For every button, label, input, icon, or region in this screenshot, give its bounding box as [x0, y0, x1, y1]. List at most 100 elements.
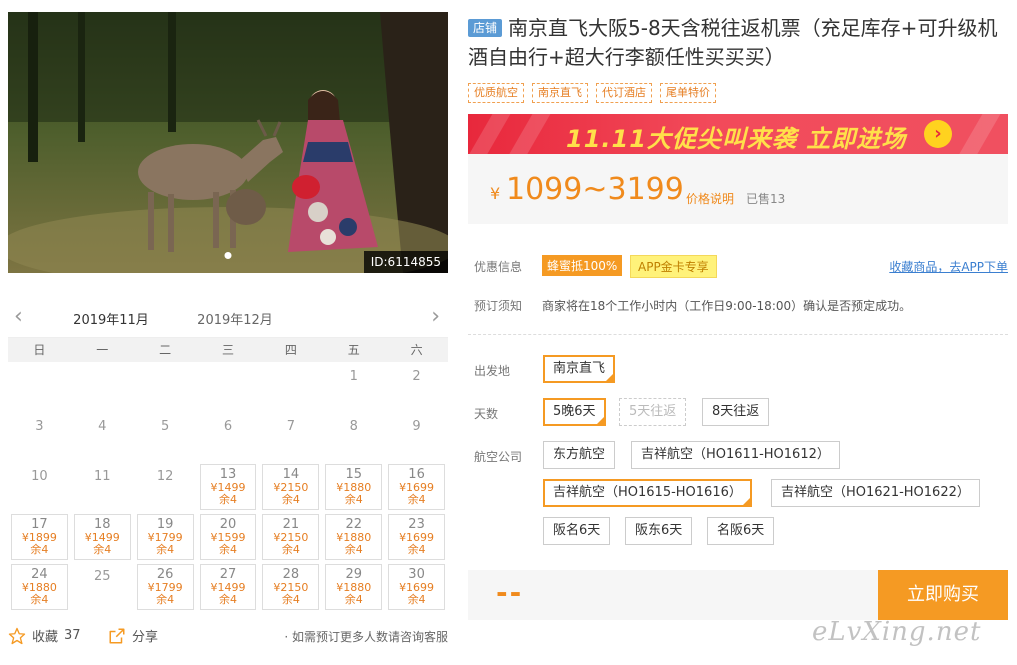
day-stock: 余4: [156, 593, 175, 606]
day-number: 21: [282, 517, 300, 532]
calendar-day-available[interactable]: 19 ¥1799 余4: [136, 514, 194, 560]
calendar-day: 3: [8, 412, 71, 462]
airline-label: 航空公司: [474, 450, 523, 464]
day-number: 24: [31, 567, 48, 582]
calendar-day-available[interactable]: 18 ¥1499 余4: [73, 514, 131, 560]
calendar-blank-cell: [197, 362, 260, 412]
day-number: 30: [408, 567, 425, 582]
calendar-day: 11: [71, 462, 134, 512]
tab-month-dec[interactable]: 2019年12月: [190, 309, 280, 328]
product-title-block: 店铺 南京直飞大阪5-8天含税往返机票（充足库存+可升级机酒自由行+超大行李额任性…: [468, 14, 1008, 72]
carousel-dot[interactable]: [224, 252, 232, 259]
calendar-day-available[interactable]: 30 ¥1699 余4: [388, 564, 445, 610]
day-number: 8: [349, 419, 358, 434]
day-number: 13: [219, 467, 237, 482]
calendar-day-available[interactable]: 16 ¥1699 余4: [388, 464, 445, 510]
favorite-label: 收藏: [32, 630, 59, 645]
depart-label: 出发地: [474, 364, 511, 378]
calendar-month-nav: ‹ 2019年11月 2019年12月 ›: [8, 298, 448, 340]
calendar-day-available[interactable]: 15 ¥1880 余4: [325, 464, 383, 510]
option-airline-eastern[interactable]: 东方航空: [543, 441, 616, 469]
day-number: 17: [31, 517, 48, 532]
weekday-label: 一: [96, 343, 109, 357]
buy-now-button[interactable]: 立即购买: [878, 570, 1008, 620]
promo-banner[interactable]: 11.11大促尖叫来袭 立即进场 ›: [468, 114, 1008, 154]
star-icon: [8, 627, 26, 644]
calendar-day-available[interactable]: 28 ¥2150 余4: [262, 564, 320, 610]
chevron-left-icon[interactable]: ‹: [14, 304, 23, 329]
calendar-day-available[interactable]: 24 ¥1880 余4: [11, 564, 68, 610]
calendar-day-available[interactable]: 27 ¥1499 余4: [199, 564, 257, 610]
app-order-link[interactable]: 收藏商品，去APP下单: [889, 258, 1008, 275]
option-days-5n6d[interactable]: 5晚6天: [543, 398, 606, 426]
day-stock: 余4: [407, 543, 426, 556]
day-stock: 余4: [281, 493, 300, 506]
day-stock: 余4: [218, 493, 237, 506]
image-id-label: ID:6114855: [363, 251, 448, 273]
shop-badge[interactable]: 店铺: [468, 19, 503, 37]
day-number: 27: [219, 567, 237, 582]
day-stock: 余4: [30, 593, 49, 606]
tab-month-nov[interactable]: 2019年11月: [66, 309, 156, 340]
option-days-8d[interactable]: 8天往返: [702, 398, 770, 426]
calendar-day-available[interactable]: 14 ¥2150 余4: [262, 464, 320, 510]
calendar-day: 4: [71, 412, 134, 462]
day-number: 1: [349, 369, 358, 384]
calendar-day-available[interactable]: 13 ¥1499 余4: [199, 464, 257, 510]
calendar-day-available[interactable]: 26 ¥1799 余4: [136, 564, 194, 610]
day-stock: 余4: [281, 593, 300, 606]
option-route-hanming[interactable]: 阪名6天: [543, 517, 611, 545]
day-stock: 余4: [93, 543, 112, 556]
day-number: 25: [94, 569, 111, 584]
watermark: eLvXing.net: [812, 617, 982, 647]
favorite-button[interactable]: 收藏 37: [8, 626, 81, 645]
calendar-day: 6: [197, 412, 260, 462]
option-days-5d[interactable]: 5天往返: [619, 398, 687, 426]
day-number: 26: [156, 567, 174, 582]
product-tag: 尾单特价: [660, 83, 716, 103]
calendar-day-available[interactable]: 20 ¥1599 余4: [199, 514, 257, 560]
calendar-day: 10: [8, 462, 71, 512]
notice-label: 预订须知: [474, 299, 523, 313]
day-stock: 余4: [156, 543, 175, 556]
calendar-day: 25: [71, 562, 134, 612]
day-number: 6: [223, 419, 233, 434]
calendar-day-available[interactable]: 17 ¥1899 余4: [11, 514, 68, 560]
option-airline-ho1621[interactable]: 吉祥航空（HO1621-HO1622）: [771, 479, 980, 507]
notice-text: 商家将在18个工作小时内（工作日9:00-18:00）确认是否预定成功。: [542, 299, 912, 313]
product-photo[interactable]: ID:6114855: [8, 12, 448, 273]
price-range: 1099~3199: [506, 172, 684, 207]
price-note-link[interactable]: 价格说明: [686, 190, 734, 207]
share-button[interactable]: 分享: [108, 626, 158, 645]
option-route-handong[interactable]: 阪东6天: [625, 517, 693, 545]
option-airline-ho1615[interactable]: 吉祥航空（HO1615-HO1616）: [543, 479, 752, 507]
calendar-day-available[interactable]: 29 ¥1880 余4: [325, 564, 383, 610]
day-number: 23: [408, 517, 425, 532]
calendar-weekday-header: 日一二三四五六: [8, 338, 448, 362]
calendar-day-available[interactable]: 22 ¥1880 余4: [325, 514, 383, 560]
day-stock: 余4: [407, 493, 426, 506]
carousel-dots[interactable]: [224, 252, 232, 259]
weekday-label: 六: [410, 343, 423, 357]
calendar-day: 8: [322, 412, 385, 462]
option-depart-nanjing[interactable]: 南京直飞: [543, 355, 616, 383]
calendar-day-available[interactable]: 21 ¥2150 余4: [262, 514, 320, 560]
day-number: 15: [345, 467, 362, 482]
day-number: 5: [160, 419, 170, 434]
product-tag: 代订酒店: [596, 83, 652, 103]
chevron-right-icon[interactable]: ›: [431, 304, 440, 329]
favorite-count: 37: [64, 628, 81, 643]
weekday-label: 四: [284, 343, 297, 357]
calendar-day: 12: [134, 462, 197, 512]
weekday-label: 三: [221, 343, 234, 357]
option-airline-ho1611[interactable]: 吉祥航空（HO1611-HO1612）: [631, 441, 840, 469]
currency-symbol: ¥: [490, 184, 501, 203]
day-number: 12: [156, 469, 174, 484]
option-route-minghan[interactable]: 名阪6天: [707, 517, 775, 545]
share-icon: [109, 628, 125, 643]
price-box: ¥ 1099~3199 价格说明 已售13: [468, 154, 1008, 224]
calendar-day-available[interactable]: 23 ¥1699 余4: [388, 514, 445, 560]
calendar-blank-cell: [259, 362, 322, 412]
day-stock: 余4: [407, 593, 426, 606]
product-tag: 优质航空: [468, 83, 524, 103]
